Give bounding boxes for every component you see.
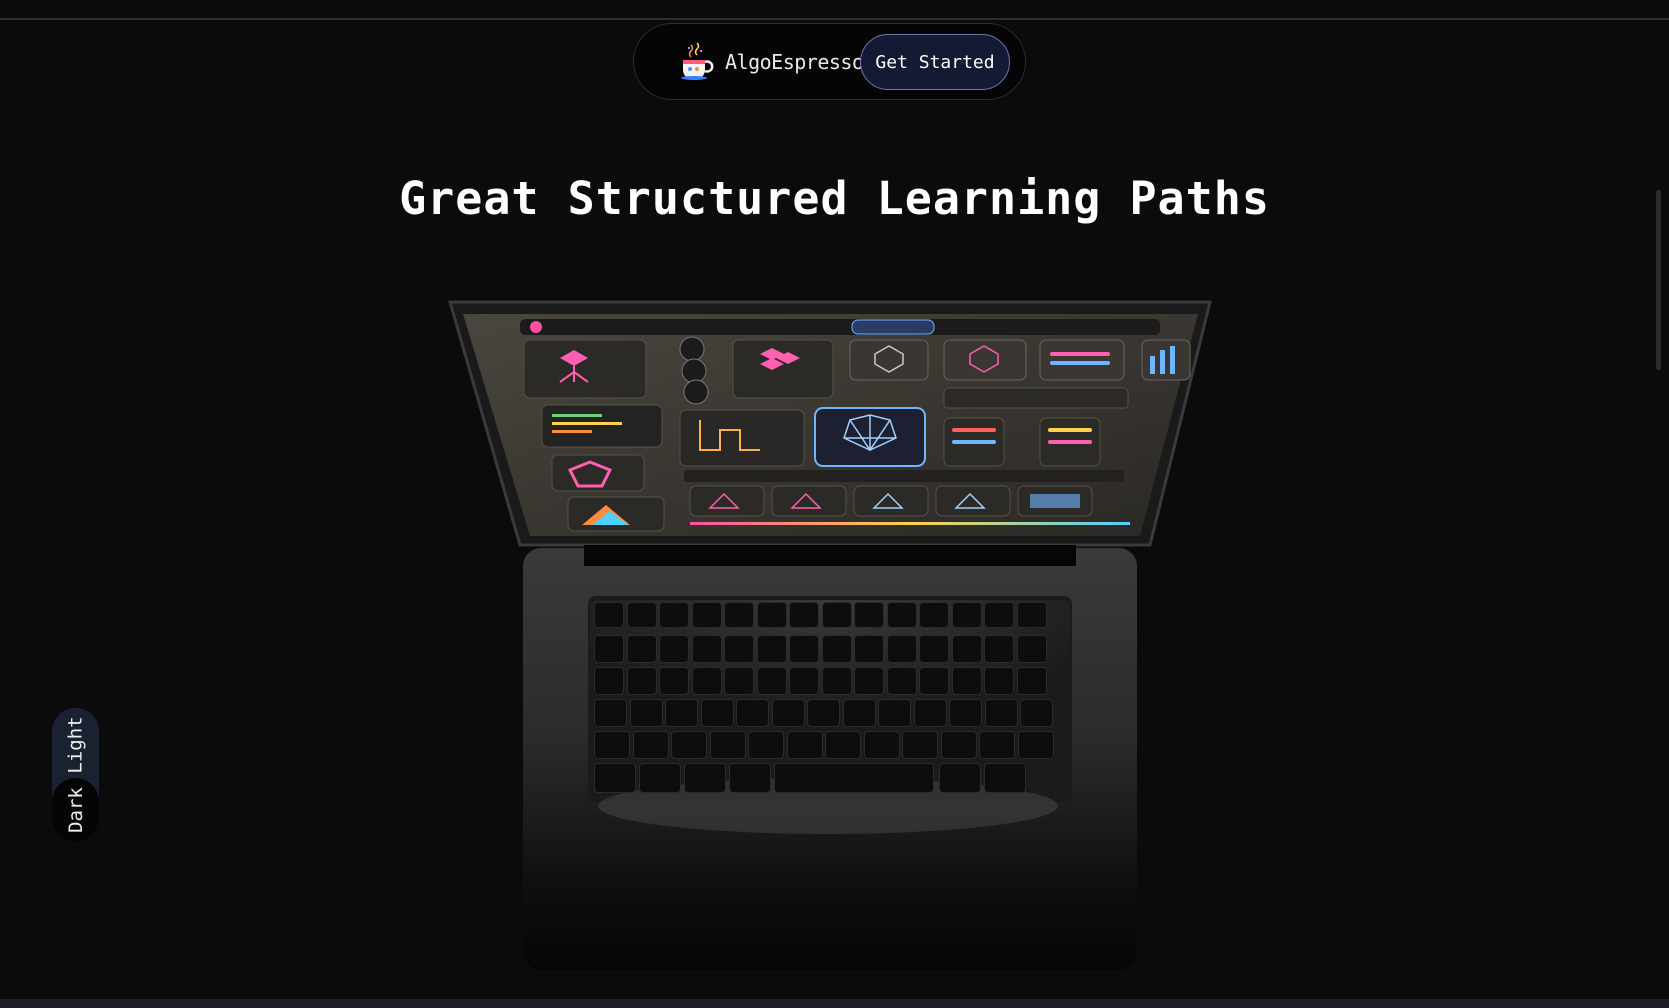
page-background: AlgoEspresso Get Started Great Structure… (0, 0, 1669, 1008)
keyboard-key (626, 667, 657, 695)
keyboard-key (951, 602, 982, 628)
keyboard-key (594, 635, 624, 663)
keyboard-key (951, 635, 982, 663)
theme-toggle[interactable]: Light Dark (52, 708, 99, 842)
keyboard-key (1016, 602, 1047, 628)
keyboard-key (594, 699, 627, 727)
keyboard-key (724, 635, 754, 663)
keyboard-key (913, 699, 947, 727)
keyboard-key (886, 667, 917, 695)
keyboard-key (842, 699, 876, 727)
keyboard-key (691, 602, 722, 628)
keyboard-key (1016, 667, 1047, 695)
keyboard-key (984, 699, 1018, 727)
keyboard-key (724, 667, 754, 695)
keyboard-key (691, 667, 722, 695)
theme-light-label: Light (64, 716, 87, 774)
keyboard-key (594, 731, 630, 759)
keyboard-key (821, 602, 852, 628)
keyboard-key (854, 602, 884, 628)
keyboard-key (771, 699, 805, 727)
keyboard-key (671, 731, 707, 759)
keyboard-key (729, 763, 771, 793)
keyboard-key (949, 699, 982, 727)
keyboard-key (629, 699, 663, 727)
keyboard-key (984, 602, 1014, 628)
keyboard-key (1017, 731, 1054, 759)
keyboard-key (659, 667, 689, 695)
laptop-illustration (448, 300, 1212, 970)
keyboard-key (1016, 635, 1047, 663)
keyboard-key (807, 699, 840, 727)
keyboard-key (709, 731, 746, 759)
keyboard-key (659, 602, 689, 628)
keyboard-key (1020, 699, 1053, 727)
keyboard-key (594, 602, 624, 628)
keyboard-key (854, 635, 884, 663)
keyboard-key (886, 635, 917, 663)
keyboard-key (632, 731, 669, 759)
keyboard-key (821, 635, 852, 663)
keyboard-key (939, 763, 981, 793)
theme-dark-label: Dark (64, 787, 87, 833)
keyboard-key (878, 699, 911, 727)
bottom-divider (0, 999, 1669, 1008)
keyboard-key (919, 667, 949, 695)
keyboard-key (919, 602, 949, 628)
keyboard-key (626, 602, 657, 628)
keyboard-key (984, 667, 1014, 695)
keyboard-key (789, 635, 819, 663)
keyboard-key (594, 763, 636, 793)
keyboard-key (639, 763, 681, 793)
keyboard-key (659, 635, 689, 663)
keyboard-key (786, 731, 823, 759)
keyboard-key (724, 602, 754, 628)
keyboard-key (789, 667, 819, 695)
keyboard-key (691, 635, 722, 663)
keyboard-key (665, 699, 698, 727)
keyboard-key (700, 699, 734, 727)
theme-option-dark[interactable]: Dark (52, 782, 99, 838)
keyboard-key (979, 731, 1015, 759)
keyboard-key (825, 731, 861, 759)
keyboard-key (774, 763, 934, 793)
keyboard-key (684, 763, 726, 793)
keyboard-key (756, 602, 787, 628)
keyboard-key (756, 667, 787, 695)
keyboard-key (854, 667, 884, 695)
keyboard-key (984, 763, 1026, 793)
theme-option-light[interactable]: Light (52, 716, 99, 774)
keyboard-key (940, 731, 977, 759)
keyboard-key (863, 731, 900, 759)
keyboard-key (919, 635, 949, 663)
keyboard-key (626, 635, 657, 663)
keyboard-key (736, 699, 769, 727)
keyboard-key (821, 667, 852, 695)
keyboard-key (789, 602, 819, 628)
keyboard-key (984, 635, 1014, 663)
keyboard-key (886, 602, 917, 628)
keyboard-key (951, 667, 982, 695)
keyboard-key (902, 731, 938, 759)
keyboard-key (756, 635, 787, 663)
keyboard-key (594, 667, 624, 695)
keyboard-key (748, 731, 784, 759)
